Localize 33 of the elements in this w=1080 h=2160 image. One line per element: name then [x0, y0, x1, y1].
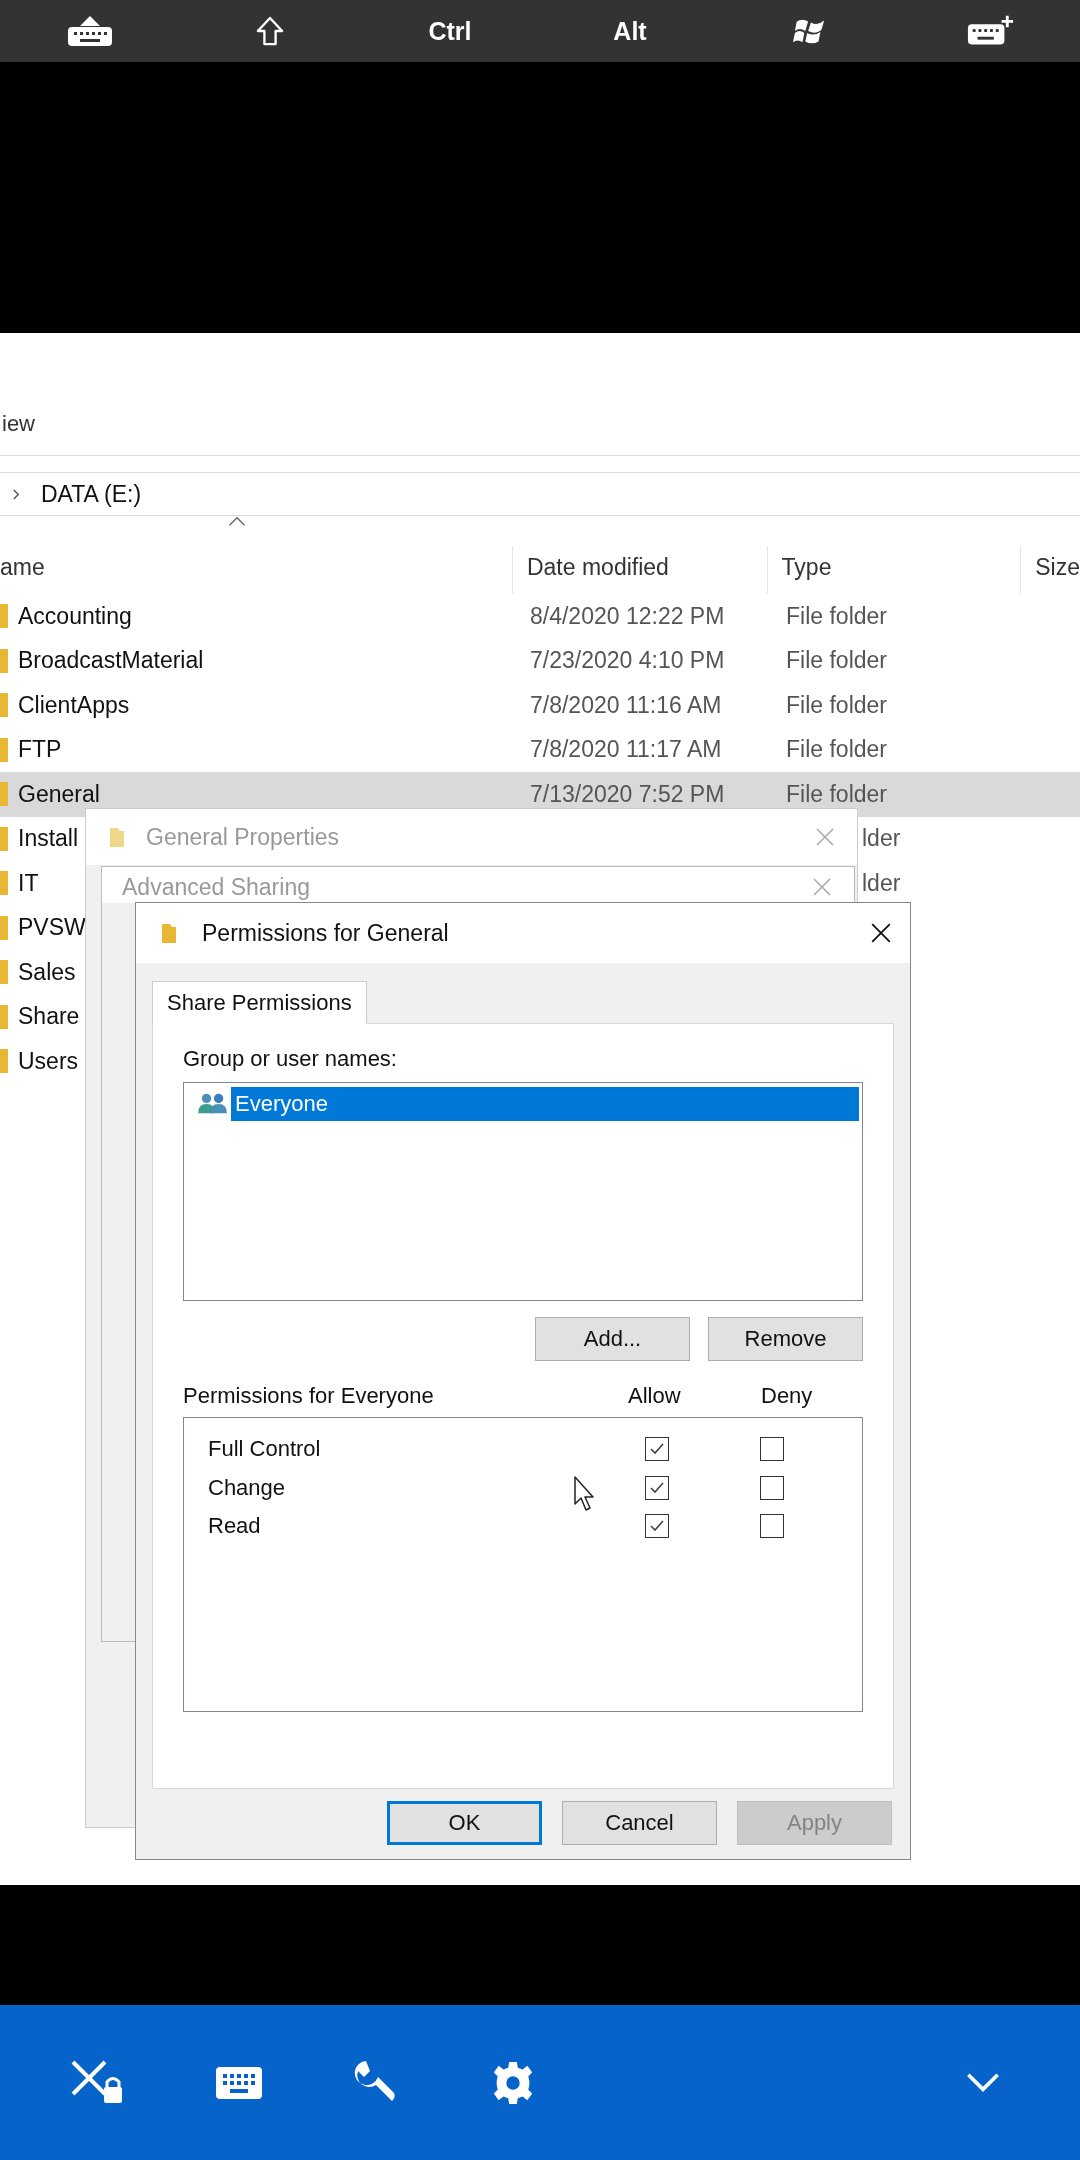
file-name: Users [18, 1047, 79, 1074]
file-name: Sales [18, 958, 76, 985]
permission-name: Read [208, 1513, 261, 1539]
file-name: IT [18, 869, 39, 896]
date-modified: 7/23/2020 4:10 PM [530, 647, 725, 674]
column-header: Allow [628, 1383, 682, 1409]
window-title: Advanced Sharing [122, 873, 310, 901]
file-type: lder [862, 825, 901, 852]
file-type: File folder [786, 647, 887, 674]
group-label: Group or user names: [183, 1046, 398, 1072]
date-modified: 7/8/2020 11:17 AM [530, 736, 722, 763]
file-name: Share [18, 1003, 80, 1030]
window-title: General Properties [146, 823, 340, 851]
file-name: Accounting [18, 602, 132, 629]
date-modified: 7/13/2020 7:52 PM [530, 780, 725, 807]
date-modified: 7/8/2020 11:16 AM [530, 691, 722, 718]
file-type: File folder [786, 780, 887, 807]
file-name: Install [18, 825, 79, 852]
file-type: lder [862, 869, 901, 896]
file-name: BroadcastMaterial [18, 647, 204, 674]
permissions-label: Permissions for Everyone [183, 1383, 435, 1409]
file-type: File folder [786, 736, 887, 763]
date-modified: 8/4/2020 12:22 PM [530, 602, 725, 629]
file-name: General [18, 780, 100, 807]
file-name: FTP [18, 736, 62, 763]
window-title: Permissions for General [202, 919, 449, 947]
permission-name: Full Control [208, 1436, 321, 1462]
file-name: PVSW [18, 914, 86, 941]
column-header: Deny [761, 1383, 813, 1409]
file-type: File folder [786, 691, 887, 718]
file-name: ClientApps [18, 691, 130, 718]
file-type: File folder [786, 602, 887, 629]
permission-name: Change [208, 1474, 286, 1500]
